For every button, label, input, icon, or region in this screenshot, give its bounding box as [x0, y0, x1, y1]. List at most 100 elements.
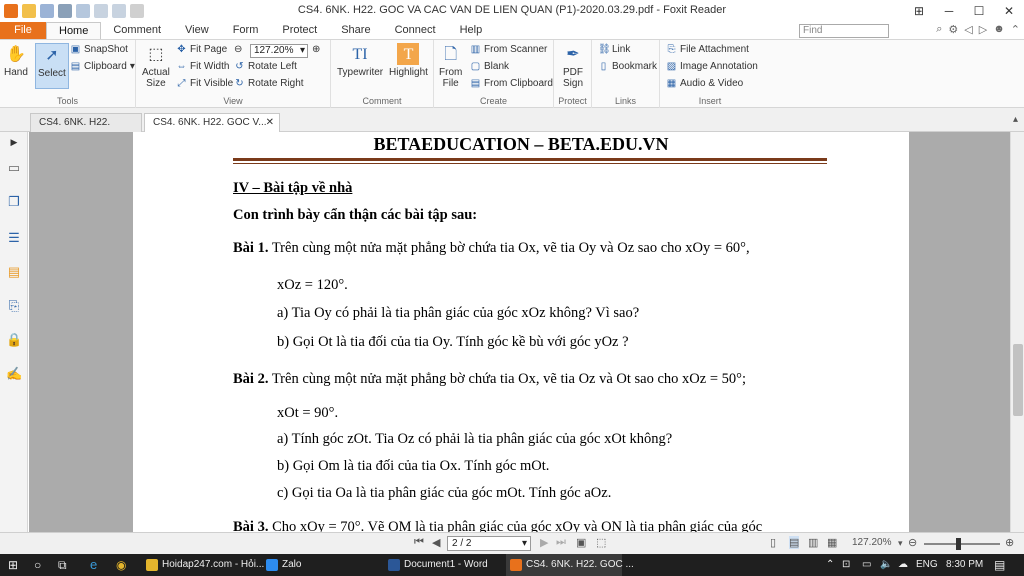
rotate-left-button[interactable]: ↺ Rotate Left — [234, 61, 297, 72]
tab-protect[interactable]: Protect — [270, 22, 329, 39]
bookmark-button[interactable]: ▯ Bookmark — [598, 61, 657, 72]
highlight-button[interactable]: T Highlight — [389, 43, 428, 78]
pdf-sign-button[interactable]: ✒ PDF Sign — [562, 43, 584, 89]
close-button[interactable]: ✕ — [994, 0, 1024, 22]
snapshot-button[interactable]: ▣ SnapShot — [70, 44, 128, 55]
gear-icon[interactable]: ⚙ — [948, 23, 958, 36]
from-clipboard-button[interactable]: ▤ From Clipboard — [470, 78, 553, 89]
tray-chevron-up-icon[interactable]: ⌃ — [826, 554, 834, 576]
zoom-slider-track[interactable] — [924, 543, 1000, 545]
continuous-page-icon[interactable]: ▤ — [789, 536, 800, 549]
tab-home[interactable]: Home — [46, 22, 102, 39]
tab-share[interactable]: Share — [329, 22, 382, 39]
actual-size-button[interactable]: ⬚ Actual Size — [142, 43, 170, 89]
fit-icon[interactable]: ⬚ — [596, 536, 606, 549]
last-page-icon[interactable]: ⏭ — [556, 536, 566, 549]
zoom-in-icon[interactable]: ⊕ — [1005, 536, 1014, 549]
taskbar-item-zalo[interactable]: Zalo — [262, 554, 380, 576]
edge-icon[interactable]: e — [90, 554, 97, 576]
chevron-up-icon[interactable]: ▴ — [1013, 114, 1018, 125]
link-button[interactable]: ⛓ Link — [598, 44, 630, 55]
search-icon[interactable]: ○ — [34, 554, 41, 576]
from-file-button[interactable]: 🗋 From File — [439, 43, 462, 89]
fit-page-button[interactable]: ✥ Fit Page — [176, 44, 227, 55]
ribbon-options-icon[interactable]: ⊞ — [904, 0, 934, 22]
save-icon[interactable] — [40, 4, 54, 18]
user-icon[interactable]: ☻ — [993, 23, 1005, 36]
facing-page-icon[interactable]: ▥ — [808, 536, 818, 549]
tab-view[interactable]: View — [173, 22, 221, 39]
hand-button[interactable]: ✋ Hand — [4, 43, 28, 78]
battery-icon[interactable]: ▭ — [862, 554, 871, 576]
zoom-slider-handle[interactable] — [956, 538, 961, 550]
tab-form[interactable]: Form — [221, 22, 271, 39]
search-icon[interactable]: ⌕ — [936, 23, 942, 36]
rotate-right-button[interactable]: ↻ Rotate Right — [234, 78, 303, 89]
comments-icon[interactable]: ▤ — [6, 264, 22, 280]
undo-icon[interactable] — [94, 4, 108, 18]
page-thumbnail-icon[interactable]: ▭ — [6, 160, 22, 176]
zoom-out-icon[interactable]: ⊖ — [908, 536, 917, 549]
open-folder-icon[interactable] — [22, 4, 36, 18]
attachment-icon[interactable]: ⎘ — [6, 298, 22, 314]
language-indicator[interactable]: ENG — [916, 554, 938, 576]
email-icon[interactable] — [76, 4, 90, 18]
cloud-icon[interactable]: ☁ — [898, 554, 908, 576]
file-attachment-button[interactable]: ⎘ File Attachment — [666, 44, 749, 55]
signature-icon[interactable]: ✍ — [6, 366, 22, 382]
zoom-out-icon[interactable]: ⊖ — [234, 44, 242, 55]
image-annotation-button[interactable]: ▨ Image Annotation — [666, 61, 758, 72]
from-scanner-button[interactable]: ▥ From Scanner — [470, 44, 548, 55]
clock[interactable]: 8:30 PM — [946, 554, 983, 576]
tab-file[interactable]: File — [0, 22, 46, 39]
vertical-scrollbar[interactable] — [1010, 132, 1024, 532]
zoom-in-icon[interactable]: ⊕ — [312, 44, 320, 55]
find-input[interactable]: Find — [799, 24, 889, 38]
taskbar-item-hoidap247[interactable]: Hoidap247.com - Hỏi... — [142, 554, 264, 576]
single-page-icon[interactable]: ▯ — [770, 536, 776, 549]
notification-icon[interactable]: ▤ — [994, 554, 1005, 576]
network-icon[interactable]: ⊡ — [842, 554, 850, 576]
taskbar-item-word[interactable]: Document1 - Word — [384, 554, 502, 576]
customize-toolbar-icon[interactable] — [130, 4, 144, 18]
expand-panel-icon[interactable]: ▶ — [6, 134, 22, 150]
tab-comment[interactable]: Comment — [101, 22, 173, 39]
previous-page-icon[interactable]: ◀ — [432, 536, 440, 549]
windows-start-icon[interactable]: ⊞ — [8, 554, 18, 576]
document-viewer[interactable]: BETAEDUCATION – BETA.EDU.VN IV – Bài tập… — [29, 132, 1010, 532]
minimize-button[interactable]: ─ — [934, 0, 964, 22]
doc-tab-1[interactable]: CS4. 6NK. H22. GOC ... — [30, 113, 142, 146]
fit-width-button[interactable]: ⇔ Fit Width — [176, 61, 230, 72]
typewriter-button[interactable]: TI Typewriter — [337, 43, 383, 78]
forward-icon[interactable]: ▷ — [979, 23, 987, 36]
print-icon[interactable] — [58, 4, 72, 18]
volume-icon[interactable]: 🔈 — [880, 554, 892, 576]
continuous-facing-icon[interactable]: ▦ — [827, 536, 837, 549]
blank-button[interactable]: ▢ Blank — [470, 61, 509, 72]
maximize-button[interactable]: ☐ — [964, 0, 994, 22]
page-view-icon[interactable]: ▣ — [576, 536, 586, 549]
chevron-down-icon[interactable]: ▾ — [898, 538, 903, 549]
chrome-icon[interactable]: ◉ — [116, 554, 126, 576]
audio-video-button[interactable]: ▦ Audio & Video — [666, 78, 743, 89]
pages-icon[interactable]: ❐ — [6, 194, 22, 210]
layers-icon[interactable]: ☰ — [6, 230, 22, 246]
clipboard-button[interactable]: ▤ Clipboard ▾ — [70, 61, 135, 72]
scrollbar-thumb[interactable] — [1013, 344, 1023, 416]
task-view-icon[interactable]: ⧉ — [58, 554, 67, 576]
zoom-level[interactable]: 127.20% — [852, 537, 891, 548]
back-icon[interactable]: ◁ — [964, 23, 972, 36]
doc-tab-2[interactable]: CS4. 6NK. H22. GOC V... ✕ — [144, 113, 280, 132]
lock-icon[interactable]: 🔒 — [6, 332, 22, 348]
tab-connect[interactable]: Connect — [383, 22, 448, 39]
next-page-icon[interactable]: ▶ — [540, 536, 548, 549]
taskbar-item-foxit[interactable]: CS4. 6NK. H22. GOC ... — [506, 554, 634, 576]
tab-help[interactable]: Help — [448, 22, 495, 39]
ribbon-collapse-icon[interactable]: ⌃ — [1011, 23, 1020, 36]
page-number-input[interactable]: 2 / 2 ▾ — [447, 536, 531, 551]
redo-icon[interactable] — [112, 4, 126, 18]
close-tab-icon[interactable]: ✕ — [266, 114, 274, 132]
select-button[interactable]: ➚ Select — [35, 43, 69, 89]
fit-visible-button[interactable]: ⤢ Fit Visible — [176, 78, 234, 89]
zoom-select[interactable]: 127.20% ▾ — [250, 44, 308, 58]
